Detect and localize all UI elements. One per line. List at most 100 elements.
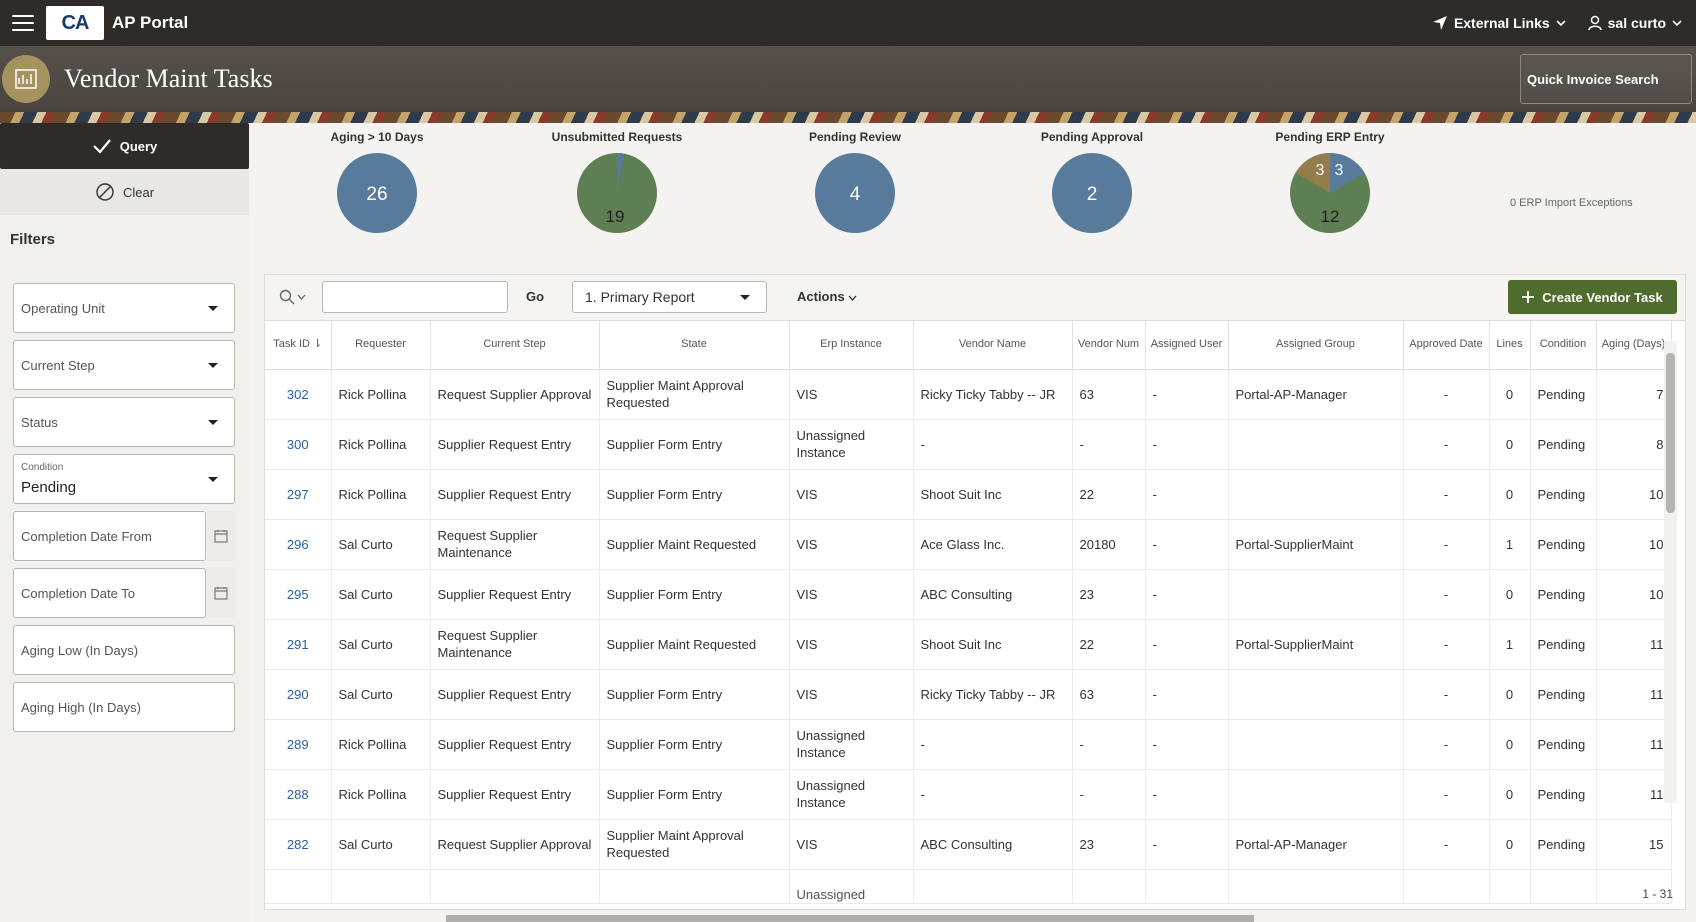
col-assigned-user[interactable]: Assigned User bbox=[1145, 321, 1229, 370]
cell-lines bbox=[1489, 869, 1531, 904]
cell-current-step: Request Supplier Maintenance bbox=[430, 519, 600, 570]
cell-erp-instance: VIS bbox=[789, 519, 914, 570]
create-vendor-task-button[interactable]: Create Vendor Task bbox=[1508, 280, 1677, 314]
cell-requester: Rick Pollina bbox=[331, 769, 431, 820]
current-step-select[interactable]: Current Step bbox=[13, 340, 235, 390]
col-task-id[interactable]: Task ID ⇂ bbox=[265, 321, 332, 370]
col-requester[interactable]: Requester bbox=[331, 321, 431, 370]
table-row[interactable]: 282 Sal Curto Request Supplier Approval Sup… bbox=[265, 819, 1672, 870]
report-search-input[interactable] bbox=[322, 281, 508, 313]
completion-date-to-input[interactable]: Completion Date To bbox=[13, 568, 206, 618]
cell-task-id[interactable]: 295 bbox=[265, 569, 332, 620]
cell-current-step: Supplier Request Entry bbox=[430, 469, 600, 520]
decorative-pattern-strip bbox=[0, 112, 1696, 123]
condition-select[interactable]: Condition Pending bbox=[13, 454, 235, 504]
cell-current-step bbox=[430, 869, 600, 904]
table-row[interactable]: 300 Rick Pollina Supplier Request Entry Sup… bbox=[265, 419, 1672, 470]
completion-date-from-input[interactable]: Completion Date From bbox=[13, 511, 206, 561]
cell-task-id[interactable]: 291 bbox=[265, 619, 332, 670]
cell-current-step: Supplier Request Entry bbox=[430, 719, 600, 770]
cell-vendor-name: - bbox=[913, 719, 1073, 770]
table-row[interactable]: 302 Rick Pollina Request Supplier Approval… bbox=[265, 369, 1672, 420]
external-links-label: External Links bbox=[1453, 15, 1550, 31]
table-row[interactable]: Unassigned bbox=[265, 869, 1672, 904]
table-row[interactable]: 289 Rick Pollina Supplier Request Entry Sup… bbox=[265, 719, 1672, 770]
cell-vendor-num: 20180 bbox=[1072, 519, 1146, 570]
col-condition[interactable]: Condition bbox=[1530, 321, 1597, 370]
aging-low-input[interactable]: Aging Low (In Days) bbox=[13, 625, 235, 675]
cell-task-id[interactable]: 297 bbox=[265, 469, 332, 520]
cell-approved-date bbox=[1403, 869, 1490, 904]
cell-assigned-group: Portal-SupplierMaint bbox=[1228, 519, 1404, 570]
calendar-icon[interactable] bbox=[207, 511, 235, 561]
aging-high-input[interactable]: Aging High (In Days) bbox=[13, 682, 235, 732]
calendar-icon[interactable] bbox=[207, 568, 235, 618]
erp-import-exceptions[interactable]: 0 ERP Import Exceptions bbox=[1510, 197, 1633, 209]
col-approved-date[interactable]: Approved Date bbox=[1403, 321, 1490, 370]
cell-vendor-num: 23 bbox=[1072, 569, 1146, 620]
cell-task-id[interactable]: 289 bbox=[265, 719, 332, 770]
cell-task-id[interactable]: 288 bbox=[265, 769, 332, 820]
cell-state: Supplier Form Entry bbox=[599, 669, 790, 720]
company-logo[interactable]: CA bbox=[46, 6, 104, 40]
col-assigned-group[interactable]: Assigned Group bbox=[1228, 321, 1404, 370]
menu-icon[interactable] bbox=[12, 15, 34, 31]
cell-state bbox=[599, 869, 790, 904]
cell-erp-instance: Unassigned Instance bbox=[789, 419, 914, 470]
col-vendor-num[interactable]: Vendor Num bbox=[1072, 321, 1146, 370]
app-title[interactable]: AP Portal bbox=[112, 13, 188, 33]
sort-icon[interactable]: ⇂ bbox=[313, 338, 322, 350]
cell-task-id[interactable]: 300 bbox=[265, 419, 332, 470]
cell-requester: Sal Curto bbox=[331, 569, 431, 620]
cell-condition: Pending bbox=[1530, 369, 1597, 420]
search-column-selector[interactable] bbox=[279, 289, 306, 305]
col-state[interactable]: State bbox=[599, 321, 790, 370]
cell-approved-date: - bbox=[1403, 819, 1490, 870]
cell-assigned-user: - bbox=[1145, 469, 1229, 520]
user-menu[interactable]: sal curto bbox=[1587, 15, 1682, 31]
status-select[interactable]: Status bbox=[13, 397, 235, 447]
pending-erp-stat[interactable]: Pending ERP Entry 3 3 12 bbox=[1230, 130, 1430, 236]
pending-review-stat-value: 4 bbox=[850, 184, 861, 205]
table-scrollbar[interactable] bbox=[1664, 341, 1677, 803]
operating-unit-select[interactable]: Operating Unit bbox=[13, 283, 235, 333]
cell-requester: Sal Curto bbox=[331, 619, 431, 670]
cell-approved-date: - bbox=[1403, 619, 1490, 670]
navigation-arrow-icon bbox=[1432, 16, 1447, 30]
unsubmitted-stat[interactable]: Unsubmitted Requests 19 bbox=[517, 130, 717, 236]
cell-vendor-name: - bbox=[913, 769, 1073, 820]
cell-task-id[interactable]: 302 bbox=[265, 369, 332, 420]
actions-menu[interactable]: Actions bbox=[797, 289, 857, 304]
col-erp-instance[interactable]: Erp Instance bbox=[789, 321, 914, 370]
col-lines[interactable]: Lines bbox=[1489, 321, 1531, 370]
clear-button[interactable]: Clear bbox=[0, 169, 249, 215]
col-current-step[interactable]: Current Step bbox=[430, 321, 600, 370]
scroll-thumb[interactable] bbox=[1666, 353, 1675, 513]
table-row[interactable]: 290 Sal Curto Supplier Request Entry Suppli… bbox=[265, 669, 1672, 720]
cell-lines: 0 bbox=[1489, 569, 1531, 620]
cell-task-id[interactable]: 296 bbox=[265, 519, 332, 570]
condition-label: Condition bbox=[21, 462, 64, 473]
table-row[interactable]: 291 Sal Curto Request Supplier Maintenance… bbox=[265, 619, 1672, 670]
horizontal-scrollbar[interactable] bbox=[446, 915, 1254, 922]
quick-invoice-search-button[interactable]: Quick Invoice Search bbox=[1520, 54, 1692, 104]
pending-review-stat[interactable]: Pending Review 4 bbox=[755, 130, 955, 236]
query-button[interactable]: Query bbox=[0, 123, 249, 169]
aging-stat[interactable]: Aging > 10 Days 26 bbox=[277, 130, 477, 236]
pending-review-pie: 4 bbox=[815, 153, 895, 233]
col-aging[interactable]: Aging (Days) bbox=[1596, 321, 1672, 370]
table-row[interactable]: 297 Rick Pollina Supplier Request Entry Sup… bbox=[265, 469, 1672, 520]
cell-task-id[interactable]: 282 bbox=[265, 819, 332, 870]
pending-approval-stat[interactable]: Pending Approval 2 bbox=[992, 130, 1192, 236]
cell-vendor-num bbox=[1072, 869, 1146, 904]
table-row[interactable]: 288 Rick Pollina Supplier Request Entry Sup… bbox=[265, 769, 1672, 820]
cell-assigned-group bbox=[1228, 869, 1404, 904]
report-select[interactable]: 1. Primary Report bbox=[572, 281, 767, 313]
cell-task-id[interactable]: 290 bbox=[265, 669, 332, 720]
col-vendor-name[interactable]: Vendor Name bbox=[913, 321, 1073, 370]
cell-vendor-num: - bbox=[1072, 419, 1146, 470]
table-row[interactable]: 296 Sal Curto Request Supplier Maintenance… bbox=[265, 519, 1672, 570]
go-button[interactable]: Go bbox=[526, 289, 544, 304]
external-links-menu[interactable]: External Links bbox=[1432, 15, 1566, 31]
table-row[interactable]: 295 Sal Curto Supplier Request Entry Suppli… bbox=[265, 569, 1672, 620]
